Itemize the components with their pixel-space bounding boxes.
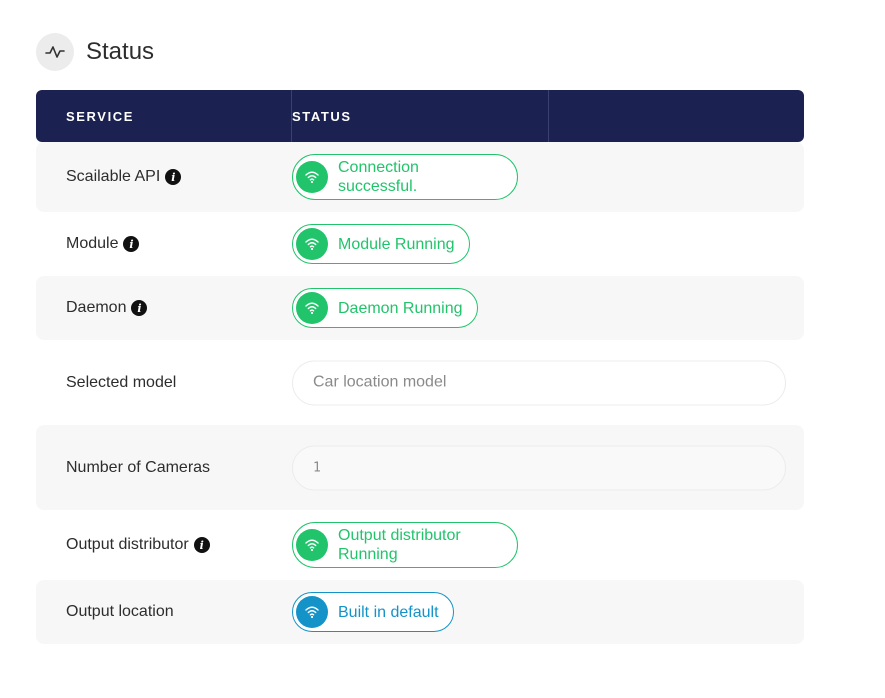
- info-icon[interactable]: i: [131, 300, 148, 316]
- table-row-selected-model: Selected model Car location model: [36, 340, 804, 425]
- service-name: Module: [66, 235, 119, 252]
- info-icon[interactable]: i: [165, 169, 182, 185]
- selected-model-field[interactable]: Car location model: [292, 360, 786, 405]
- service-name: Output distributor: [66, 536, 189, 553]
- wifi-icon: [296, 292, 328, 324]
- status-badge-scailable-api: Connection successful.: [292, 154, 518, 200]
- row-label: Module i: [66, 235, 140, 253]
- wifi-icon: [296, 161, 328, 193]
- row-label: Scailable API i: [66, 168, 182, 186]
- table-row-output-distributor: Output distributor i Output distributor R…: [36, 510, 804, 580]
- row-label: Output location: [66, 603, 174, 621]
- status-text: Built in default: [338, 603, 439, 621]
- page-header: Status: [36, 33, 154, 71]
- status-badge-daemon: Daemon Running: [292, 288, 478, 328]
- status-text: Daemon Running: [338, 299, 463, 317]
- wifi-icon: [296, 228, 328, 260]
- column-divider: [548, 90, 549, 142]
- row-label: Number of Cameras: [66, 459, 210, 477]
- service-name: Output location: [66, 603, 174, 620]
- row-label: Selected model: [66, 374, 176, 392]
- status-table: SERVICE STATUS Scailable API i Connectio…: [36, 90, 804, 644]
- row-label: Daemon i: [66, 299, 148, 317]
- activity-icon: [36, 33, 74, 71]
- column-header-status: STATUS: [292, 108, 352, 124]
- status-badge-output-distributor: Output distributor Running: [292, 522, 518, 568]
- number-of-cameras-field[interactable]: 1: [292, 445, 786, 490]
- column-header-service: SERVICE: [66, 108, 135, 124]
- info-icon[interactable]: i: [123, 236, 140, 252]
- table-row-module: Module i Module Running: [36, 212, 804, 276]
- service-name: Selected model: [66, 373, 177, 391]
- status-text: Output distributor Running: [338, 527, 461, 563]
- table-header: SERVICE STATUS: [36, 90, 804, 142]
- table-row-daemon: Daemon i Daemon Running: [36, 276, 804, 340]
- status-badge-module: Module Running: [292, 224, 470, 264]
- status-text: Connection successful.: [338, 159, 419, 195]
- info-icon[interactable]: i: [193, 537, 210, 553]
- service-name: Number of Cameras: [66, 458, 211, 476]
- table-row-output-location: Output location Built in default: [36, 580, 804, 644]
- service-name: Scailable API: [66, 168, 161, 185]
- status-text: Module Running: [338, 235, 455, 253]
- service-name: Daemon: [66, 299, 127, 316]
- wifi-icon: [296, 596, 328, 628]
- table-row-number-of-cameras: Number of Cameras 1: [36, 425, 804, 510]
- status-badge-output-location: Built in default: [292, 592, 454, 632]
- page-title: Status: [86, 38, 155, 65]
- row-label: Output distributor i: [66, 536, 210, 554]
- table-row-scailable-api: Scailable API i Connection successful.: [36, 142, 804, 212]
- wifi-icon: [296, 529, 328, 561]
